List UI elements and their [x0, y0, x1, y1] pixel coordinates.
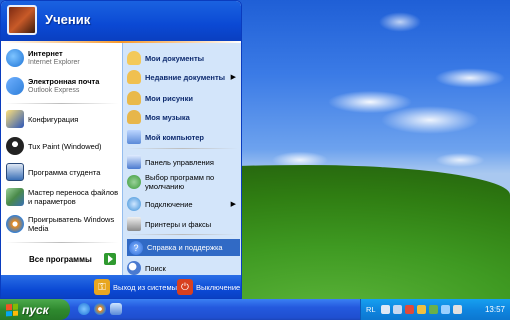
place-default-programs[interactable]: Выбор программ по умолчанию [127, 173, 240, 191]
place-help-support[interactable]: ? Справка и поддержка [127, 239, 240, 256]
windows-logo-icon [6, 303, 18, 316]
recent-item-configuration[interactable]: Конфигурация [6, 110, 78, 128]
pinned-subtitle: Outlook Express [28, 87, 80, 94]
place-label: Поиск [145, 263, 166, 273]
user-avatar[interactable] [7, 5, 37, 35]
place-my-documents[interactable]: Мои документы [127, 51, 240, 65]
windows-media-player-icon [6, 215, 24, 233]
tray-app-icon[interactable] [452, 305, 462, 314]
language-indicator[interactable]: RL [366, 305, 376, 314]
recent-item-transfer-wizard[interactable]: Мастер переноса файлов и параметров [6, 188, 121, 206]
help-icon: ? [129, 240, 143, 255]
shutdown-label: Выключение [196, 282, 241, 292]
start-menu-header: Ученик [1, 1, 241, 41]
places-separator [127, 148, 238, 149]
place-label: Подключение [145, 199, 193, 209]
pinned-separator [5, 103, 118, 104]
media-player-icon[interactable] [94, 303, 106, 315]
tux-paint-icon [6, 137, 24, 155]
control-panel-icon [127, 155, 141, 169]
connect-icon [127, 197, 141, 211]
internet-explorer-icon[interactable] [78, 303, 90, 315]
all-programs-label: Все программы [29, 254, 92, 264]
place-recent-documents[interactable]: Недавние документы ▶ [127, 70, 240, 84]
place-my-pictures[interactable]: Мои рисунки [127, 91, 240, 105]
place-label: Мой компьютер [145, 132, 204, 142]
all-programs-button[interactable]: Все программы [29, 253, 116, 265]
start-menu-footer: ⚿ Выход из системы ⏻ Выключение [1, 275, 241, 298]
clock[interactable]: 13:57 [485, 305, 505, 314]
place-label: Справка и поддержка [147, 243, 223, 252]
recent-item-tux-paint[interactable]: Tux Paint (Windowed) [6, 137, 102, 155]
recent-documents-icon [127, 70, 141, 84]
place-control-panel[interactable]: Панель управления [127, 155, 240, 169]
search-icon [127, 261, 141, 275]
place-label: Панель управления [145, 157, 214, 167]
shutdown-button[interactable]: ⏻ Выключение [177, 279, 240, 295]
taskbar: пуск RL 13:57 [0, 299, 510, 320]
places-column: Мои документы Недавние документы ▶ Мои р… [122, 43, 241, 275]
pinned-subtitle: Internet Explorer [28, 59, 80, 66]
pinned-email[interactable]: Электронная почта Outlook Express [6, 77, 99, 95]
student-program-icon [6, 163, 24, 181]
internet-explorer-icon [6, 49, 24, 67]
tray-app-icon[interactable] [440, 305, 450, 314]
recent-item-student-program[interactable]: Программа студента [6, 163, 100, 181]
submenu-arrow-icon: ▶ [230, 74, 236, 81]
outlook-express-icon [6, 77, 24, 95]
pinned-title: Электронная почта [28, 77, 100, 86]
tray-network-icon[interactable] [380, 305, 390, 314]
place-label: Мои рисунки [145, 93, 193, 103]
recent-item-label: Мастер переноса файлов и параметров [28, 188, 119, 206]
user-name: Ученик [45, 12, 91, 27]
my-music-icon [127, 110, 141, 124]
tray-volume-icon[interactable] [392, 305, 402, 314]
start-button[interactable]: пуск [0, 299, 70, 320]
logoff-icon: ⚿ [94, 279, 110, 295]
quick-launch [78, 303, 122, 315]
tray-security-icon[interactable] [404, 305, 414, 314]
place-search[interactable]: Поиск [127, 261, 240, 275]
shutdown-icon: ⏻ [177, 279, 193, 295]
show-desktop-icon[interactable] [110, 303, 122, 315]
my-computer-icon [127, 130, 141, 144]
place-printers[interactable]: Принтеры и факсы [127, 217, 240, 231]
transfer-wizard-icon [6, 188, 24, 206]
place-label: Моя музыка [145, 112, 190, 122]
pinned-title: Интернет [28, 49, 63, 58]
recent-item-label: Tux Paint (Windowed) [28, 141, 102, 151]
tray-app-icon[interactable] [428, 305, 438, 314]
submenu-arrow-icon: ▶ [230, 201, 236, 208]
recent-item-media-player[interactable]: Проигрыватель Windows Media [6, 215, 121, 233]
all-programs-separator [5, 242, 118, 243]
place-label: Недавние документы [145, 72, 226, 82]
place-label: Выбор программ по умолчанию [145, 173, 215, 191]
place-label: Принтеры и факсы [145, 219, 212, 229]
green-arrow-icon [103, 253, 116, 265]
system-tray: RL 13:57 [360, 299, 510, 320]
logoff-label: Выход из системы [113, 282, 177, 292]
default-programs-icon [127, 175, 141, 189]
my-pictures-icon [127, 91, 141, 105]
start-menu: Ученик Интернет Internet Explorer Электр… [0, 0, 242, 299]
start-label: пуск [22, 302, 49, 317]
pinned-internet[interactable]: Интернет Internet Explorer [6, 49, 80, 67]
place-label: Мои документы [145, 53, 205, 63]
tray-update-icon[interactable] [416, 305, 426, 314]
place-my-music[interactable]: Моя музыка [127, 110, 240, 124]
recent-item-label: Проигрыватель Windows Media [28, 215, 115, 233]
places-separator [127, 234, 238, 235]
configuration-icon [6, 110, 24, 128]
place-connect[interactable]: Подключение ▶ [127, 197, 240, 211]
logoff-button[interactable]: ⚿ Выход из системы [94, 279, 177, 295]
recent-item-label: Конфигурация [28, 114, 79, 124]
my-documents-icon [127, 51, 141, 65]
place-my-computer[interactable]: Мой компьютер [127, 130, 240, 144]
printers-icon [127, 217, 141, 231]
programs-column: Интернет Internet Explorer Электронная п… [1, 43, 122, 275]
recent-item-label: Программа студента [28, 167, 101, 177]
